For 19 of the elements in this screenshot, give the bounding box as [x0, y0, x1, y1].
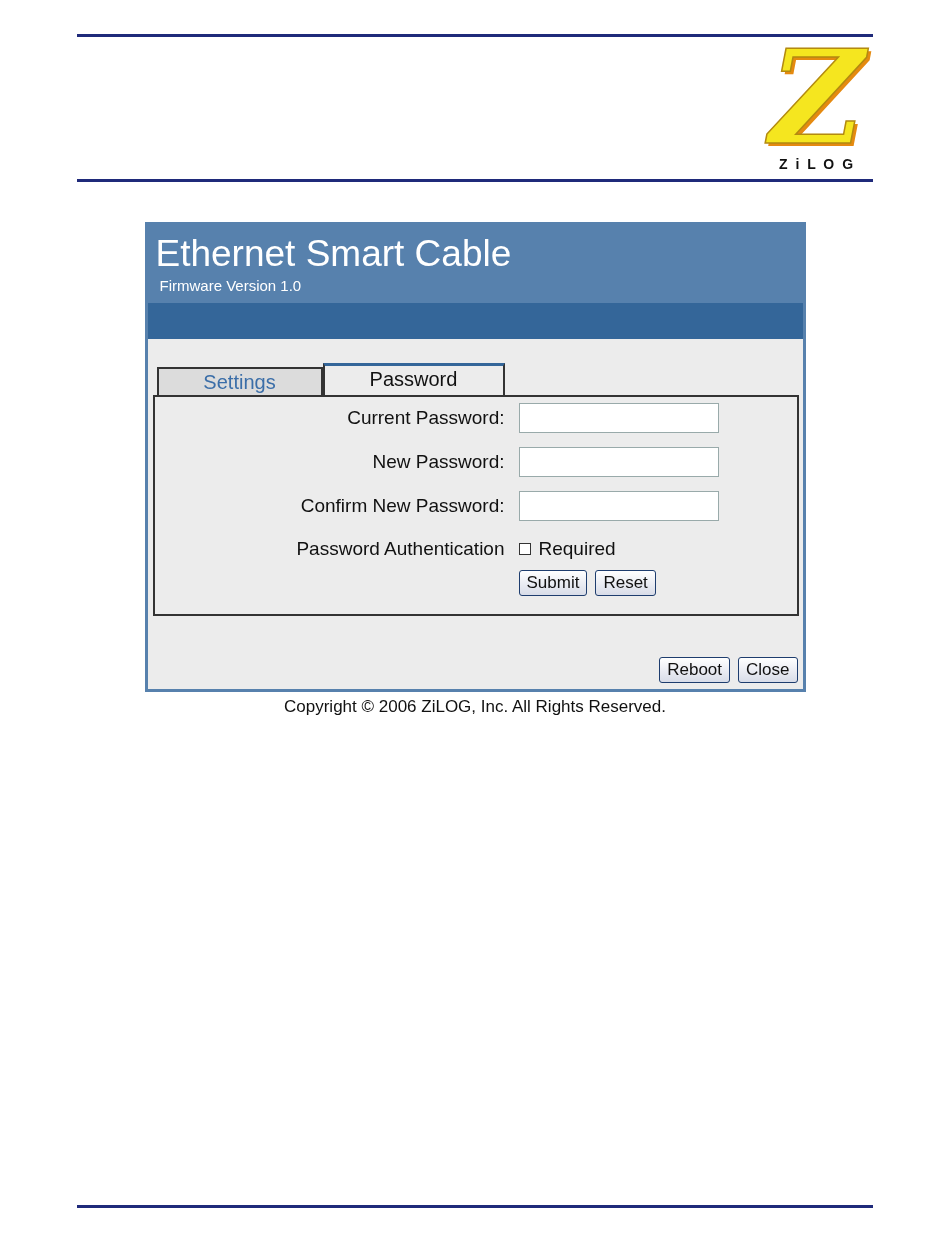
password-field[interactable]	[518, 491, 719, 522]
copyright-text: Copyright © 2006 ZiLOG, Inc. All Rights Reserved.	[283, 696, 667, 719]
field-label: Password Authentication	[295, 537, 505, 562]
footer-button[interactable]: Reboot	[659, 657, 731, 684]
field-label: Confirm New Password:	[299, 493, 505, 518]
form-button[interactable]: Reset	[595, 569, 656, 596]
footer-button[interactable]: Close	[738, 657, 798, 684]
checkbox[interactable]	[518, 543, 531, 556]
password-field[interactable]	[518, 447, 719, 478]
logo-wordmark: Z i L O G	[778, 157, 856, 171]
app-title: Ethernet Smart Cable	[155, 234, 513, 275]
password-field[interactable]	[518, 403, 719, 434]
field-label: New Password:	[371, 449, 505, 474]
firmware-version: Firmware Version 1.0	[158, 275, 303, 296]
tab[interactable]: Settings	[156, 367, 323, 396]
field-label: Current Password:	[346, 405, 505, 430]
form-button[interactable]: Submit	[518, 569, 588, 596]
checkbox-label: Required	[538, 537, 616, 562]
tab[interactable]: Password	[322, 363, 505, 396]
